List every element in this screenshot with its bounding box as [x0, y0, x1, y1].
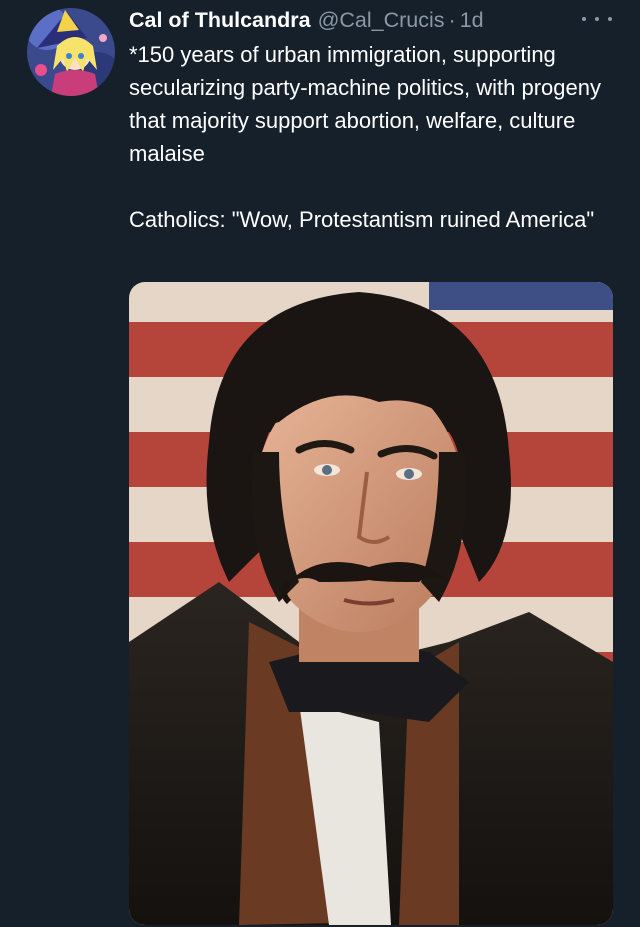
- display-name[interactable]: Cal of Thulcandra: [129, 5, 311, 35]
- tweet-paragraph: Catholics: "Wow, Protestantism ruined Am…: [129, 207, 595, 232]
- more-horizontal-icon[interactable]: [582, 10, 612, 28]
- avatar-image: [27, 8, 115, 96]
- tweet-text: *150 years of urban immigration, support…: [129, 38, 624, 236]
- tweet-header: Cal of Thulcandra @Cal_Crucis · 1d: [129, 5, 484, 35]
- tweet[interactable]: Cal of Thulcandra @Cal_Crucis · 1d *150 …: [0, 0, 640, 927]
- user-handle[interactable]: @Cal_Crucis: [318, 5, 445, 35]
- tweet-photo[interactable]: [129, 282, 613, 925]
- avatar[interactable]: [27, 8, 115, 96]
- portrait-image: [129, 282, 613, 925]
- more-dot: [582, 17, 586, 21]
- tweet-paragraph: *150 years of urban immigration, support…: [129, 42, 601, 166]
- more-dot: [608, 17, 612, 21]
- timestamp[interactable]: 1d: [460, 5, 484, 35]
- separator-dot: ·: [448, 8, 456, 32]
- more-dot: [595, 17, 599, 21]
